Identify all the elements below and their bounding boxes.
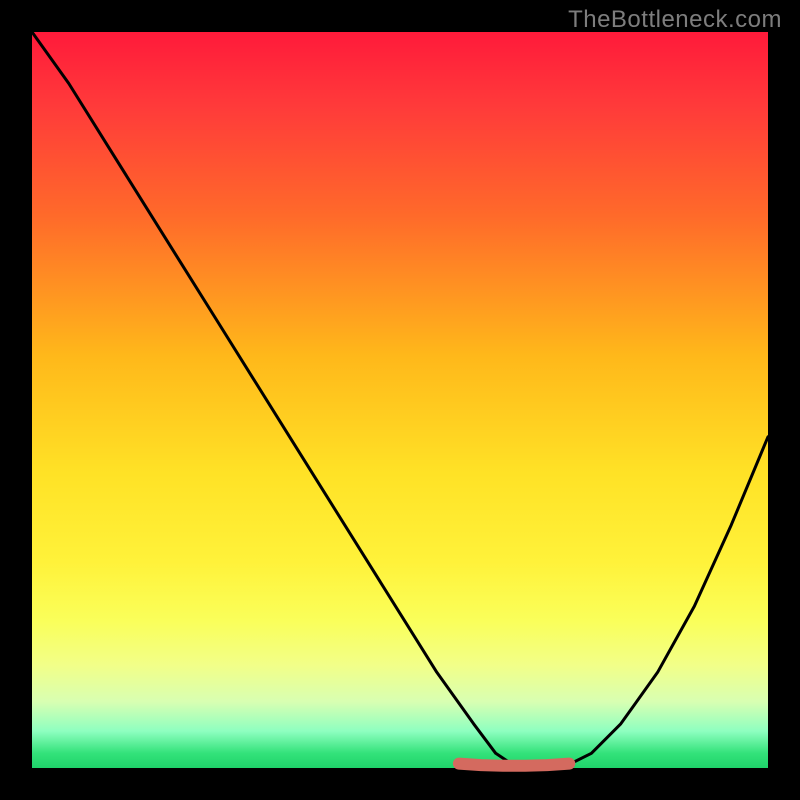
chart-frame: TheBottleneck.com [0, 0, 800, 800]
plot-area [32, 32, 768, 768]
bottleneck-curve-path [32, 32, 768, 768]
curve-svg [32, 32, 768, 768]
watermark-text: TheBottleneck.com [568, 6, 782, 34]
flat-marker-path [459, 764, 569, 766]
